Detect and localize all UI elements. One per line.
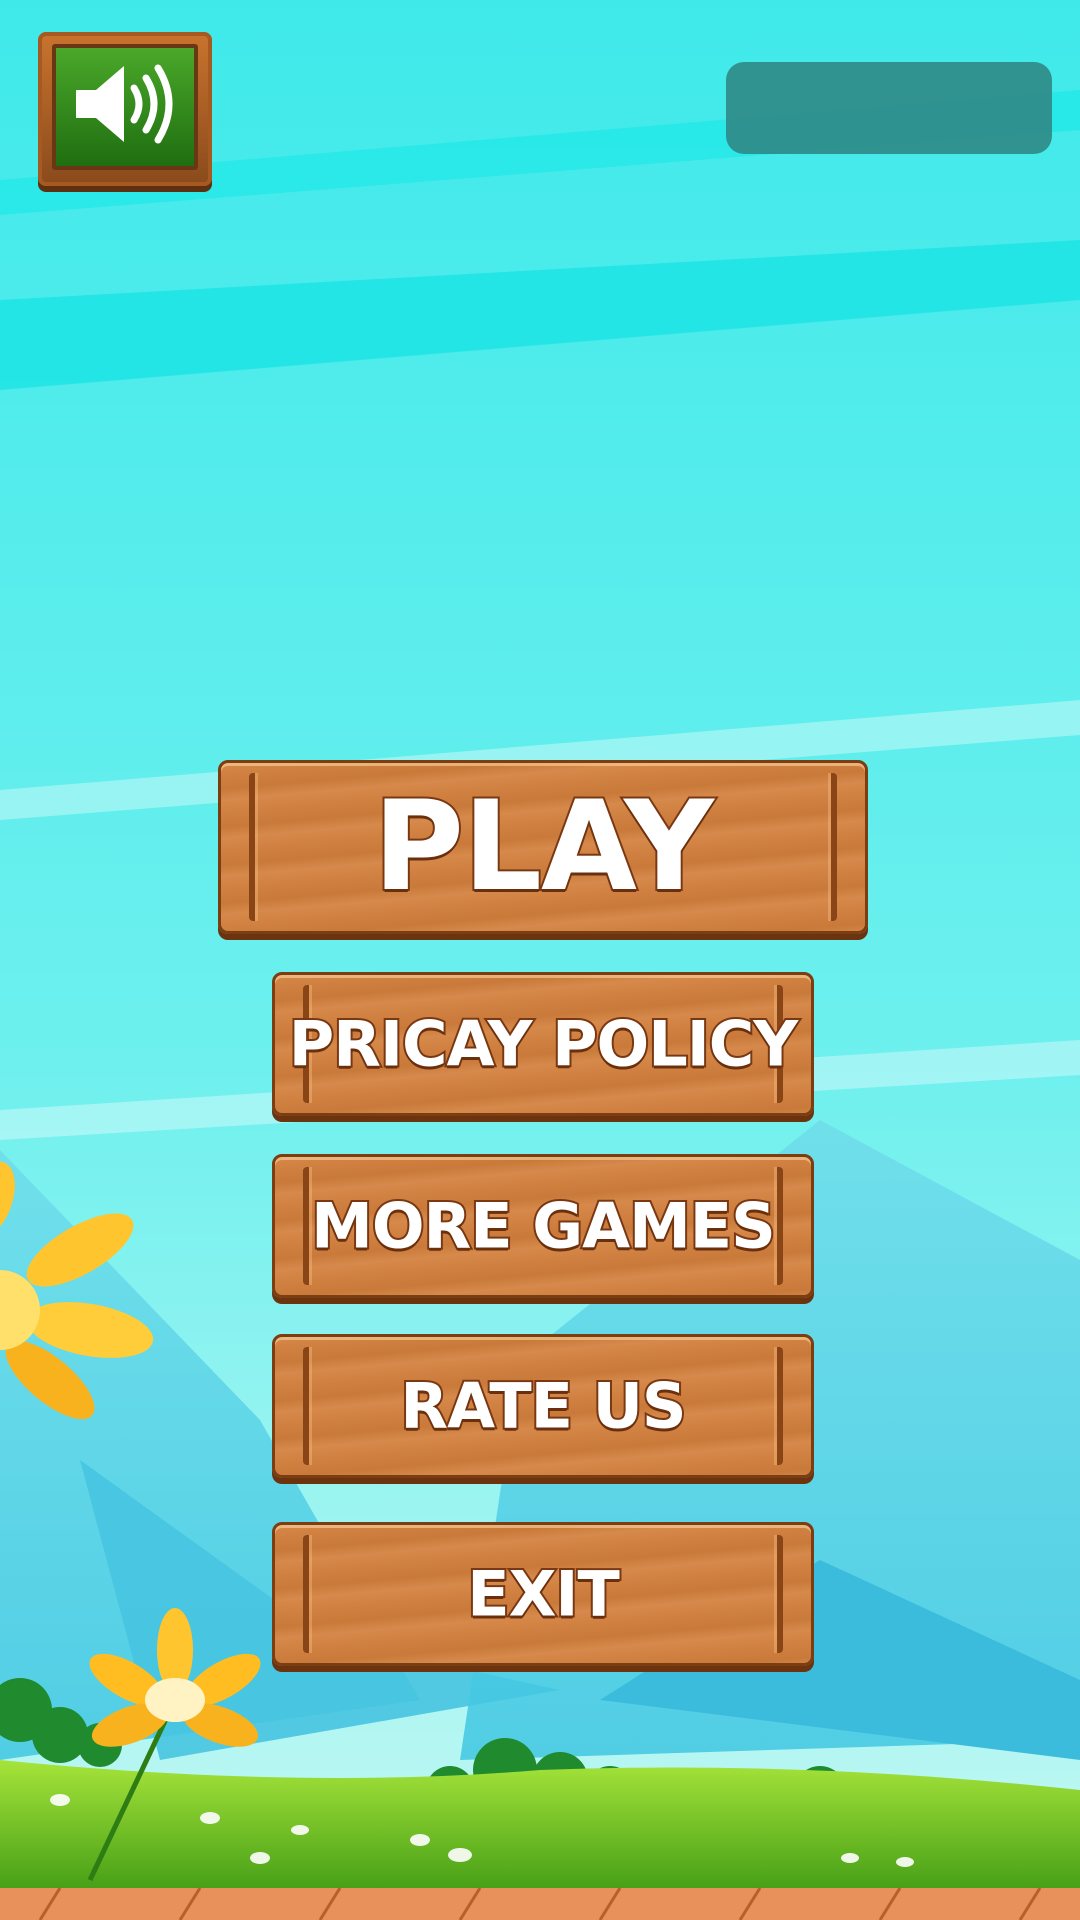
play-button[interactable]: PLAY (218, 760, 868, 934)
rate-us-button[interactable]: RATE US (272, 1334, 814, 1478)
exit-label: EXIT (465, 1556, 622, 1633)
more-games-button[interactable]: MORE GAMES (272, 1154, 814, 1298)
sound-button-face (52, 44, 198, 170)
play-label: PLAY (371, 773, 716, 921)
sound-toggle-button[interactable] (38, 32, 212, 186)
exit-button[interactable]: EXIT (272, 1522, 814, 1666)
privacy-policy-button[interactable]: PRICAY POLICY (272, 972, 814, 1116)
more-games-label: MORE GAMES (309, 1188, 778, 1265)
top-right-panel (726, 62, 1052, 154)
rate-us-label: RATE US (398, 1368, 688, 1445)
privacy-policy-label: PRICAY POLICY (287, 1006, 800, 1083)
speaker-volume-icon (76, 64, 173, 144)
